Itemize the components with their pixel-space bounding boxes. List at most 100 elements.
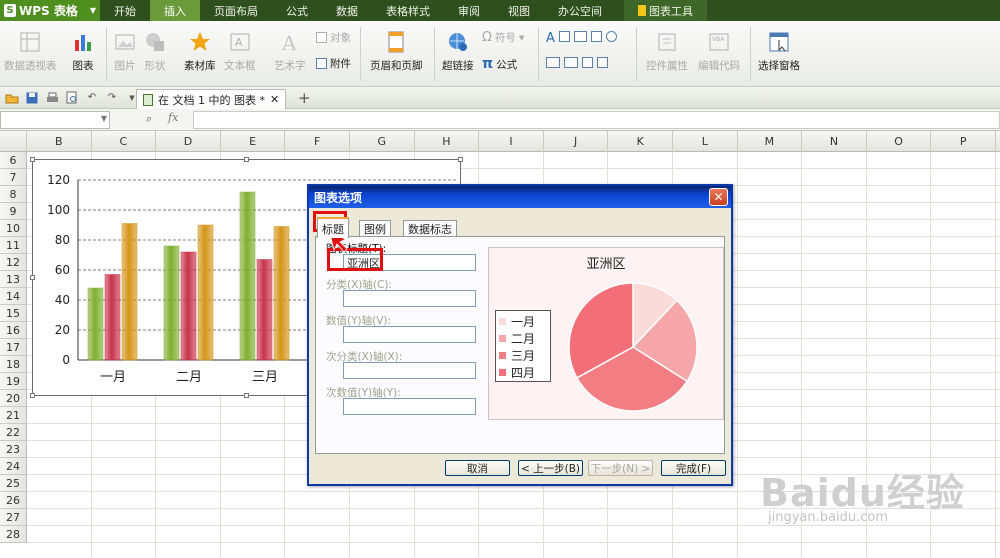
formula-button[interactable]: π 公式 [482, 56, 517, 72]
row-header-26[interactable]: 26 [0, 492, 27, 509]
column-header-K[interactable]: K [608, 131, 673, 152]
zoom-search-icon[interactable]: ⌕ [146, 112, 152, 126]
header-footer-button[interactable]: 页眉和页脚 [370, 31, 423, 73]
tab-home[interactable]: 开始 [100, 0, 150, 21]
label-control-icon[interactable] [558, 31, 570, 42]
scrollbar-control-icon[interactable] [597, 57, 608, 68]
tab-insert[interactable]: 插入 [150, 0, 200, 21]
tab-review[interactable]: 审阅 [444, 0, 494, 21]
material-library-button[interactable]: 素材库 [184, 31, 216, 73]
attachment-button[interactable]: 附件 [316, 56, 351, 71]
textbox-button[interactable]: A 文本框 [224, 31, 256, 73]
tab-page-layout[interactable]: 页面布局 [200, 0, 272, 21]
row-header-18[interactable]: 18 [0, 356, 27, 373]
column-header-C[interactable]: C [92, 131, 157, 152]
resize-handle[interactable] [244, 393, 249, 398]
row-header-20[interactable]: 20 [0, 390, 27, 407]
tab-data[interactable]: 数据 [322, 0, 372, 21]
row-header-19[interactable]: 19 [0, 373, 27, 390]
fx-icon[interactable]: fx [168, 111, 178, 124]
resize-handle[interactable] [30, 393, 35, 398]
row-header-25[interactable]: 25 [0, 475, 27, 492]
tab-chart-tools[interactable]: 图表工具 [624, 0, 707, 21]
row-header-12[interactable]: 12 [0, 254, 27, 271]
redo-icon[interactable]: ↷ [104, 91, 120, 105]
row-header-14[interactable]: 14 [0, 288, 27, 305]
column-header-F[interactable]: F [285, 131, 350, 152]
undo-icon[interactable]: ↶ [84, 91, 100, 105]
cancel-button[interactable]: 取消 [445, 460, 510, 476]
text-a-icon[interactable]: A [546, 31, 555, 46]
row-header-17[interactable]: 17 [0, 339, 27, 356]
column-header-I[interactable]: I [479, 131, 544, 152]
pivot-table-button[interactable]: 数据透视表 [4, 31, 57, 73]
column-header-B[interactable]: B [27, 131, 92, 152]
chart-button[interactable]: 图表 [72, 31, 94, 73]
secondary-category-axis-input[interactable] [343, 362, 476, 379]
tab-legend[interactable]: 图例 [359, 220, 391, 237]
row-header-11[interactable]: 11 [0, 237, 27, 254]
app-menu-button[interactable]: S WPS 表格 ▼ [0, 0, 100, 21]
formula-input[interactable] [193, 111, 1000, 129]
row-header-8[interactable]: 8 [0, 186, 27, 203]
name-box[interactable]: ▼ [0, 111, 110, 129]
column-header-L[interactable]: L [673, 131, 738, 152]
row-header-6[interactable]: 6 [0, 152, 27, 169]
checkbox-control-icon[interactable] [590, 31, 602, 42]
row-header-21[interactable]: 21 [0, 407, 27, 424]
row-header-24[interactable]: 24 [0, 458, 27, 475]
tab-office-space[interactable]: 办公空间 [544, 0, 616, 21]
finish-button[interactable]: 完成(F) [661, 460, 726, 476]
row-header-16[interactable]: 16 [0, 322, 27, 339]
next-button[interactable]: 下一步(N) > [588, 460, 653, 476]
close-tab-icon[interactable]: ✕ [270, 93, 279, 106]
symbol-button[interactable]: Ω 符号 ▼ [482, 30, 524, 45]
listbox-control-icon[interactable] [546, 57, 560, 68]
row-header-23[interactable]: 23 [0, 441, 27, 458]
column-header-G[interactable]: G [350, 131, 415, 152]
column-header-E[interactable]: E [221, 131, 286, 152]
open-folder-icon[interactable] [4, 91, 20, 105]
row-header-22[interactable]: 22 [0, 424, 27, 441]
print-icon[interactable] [44, 91, 60, 105]
back-button[interactable]: < 上一步(B) [518, 460, 583, 476]
resize-handle[interactable] [458, 157, 463, 162]
row-header-15[interactable]: 15 [0, 305, 27, 322]
value-axis-input[interactable] [343, 326, 476, 343]
column-header-N[interactable]: N [802, 131, 867, 152]
column-header-M[interactable]: M [738, 131, 803, 152]
save-icon[interactable] [24, 91, 40, 105]
spinner-control-icon[interactable] [582, 57, 593, 68]
select-all-corner[interactable] [0, 131, 27, 152]
resize-handle[interactable] [30, 157, 35, 162]
edit-code-button[interactable]: VBA 编辑代码 [698, 31, 740, 73]
row-header-27[interactable]: 27 [0, 509, 27, 526]
close-icon[interactable]: ✕ [709, 188, 728, 206]
row-header-13[interactable]: 13 [0, 271, 27, 288]
object-button[interactable]: 对象 [316, 30, 351, 45]
hyperlink-button[interactable]: 超链接 [442, 31, 474, 73]
tab-formulas[interactable]: 公式 [272, 0, 322, 21]
tab-titles[interactable]: 标题 [317, 217, 349, 238]
row-header-7[interactable]: 7 [0, 169, 27, 186]
category-axis-input[interactable] [343, 290, 476, 307]
textbox-control-icon[interactable] [573, 31, 587, 42]
radio-control-icon[interactable] [605, 31, 617, 42]
selection-pane-button[interactable]: 选择窗格 [758, 31, 800, 73]
resize-handle[interactable] [244, 157, 249, 162]
document-tab[interactable]: 在 文档 1 中的 图表 * ✕ [136, 89, 287, 109]
control-properties-button[interactable]: 控件属性 [646, 31, 688, 73]
row-header-10[interactable]: 10 [0, 220, 27, 237]
tab-data-labels[interactable]: 数据标志 [403, 220, 457, 237]
secondary-value-axis-input[interactable] [343, 398, 476, 415]
wordart-button[interactable]: A 艺术字 [274, 31, 306, 73]
column-header-P[interactable]: P [931, 131, 996, 152]
shape-button[interactable]: 形状 [144, 31, 166, 73]
column-header-H[interactable]: H [415, 131, 480, 152]
print-preview-icon[interactable] [64, 91, 80, 105]
column-header-J[interactable]: J [544, 131, 609, 152]
tab-view[interactable]: 视图 [494, 0, 544, 21]
new-tab-icon[interactable]: + [298, 89, 311, 107]
column-header-O[interactable]: O [867, 131, 932, 152]
row-header-9[interactable]: 9 [0, 203, 27, 220]
